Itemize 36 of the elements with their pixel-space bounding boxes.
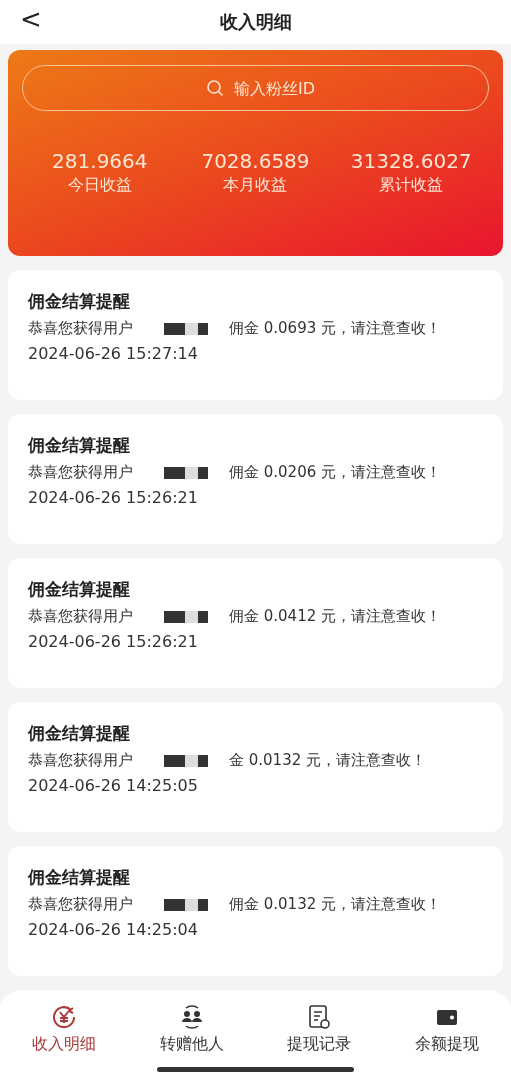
yuan-refresh-icon <box>50 1004 77 1030</box>
stat-label: 本月收益 <box>223 175 288 196</box>
notice-text: 恭喜您获得用户 <box>28 607 133 626</box>
notice-text: 金 0.0132 元，请注意查收！ <box>229 751 427 770</box>
nav-tab[interactable]: 转赠他人 <box>127 1004 256 1056</box>
search-icon <box>206 79 224 97</box>
notice-time: 2024-06-26 15:27:14 <box>28 344 199 363</box>
notice-time: 2024-06-26 14:25:05 <box>28 776 199 795</box>
search-field[interactable]: 输入粉丝ID <box>22 65 489 111</box>
back-button[interactable]: < <box>14 4 48 34</box>
notice-text: 佣金 0.0693 元，请注意查收！ <box>229 319 442 338</box>
notice-text: 佣金 0.0132 元，请注意查收！ <box>229 895 442 914</box>
document-icon <box>306 1004 333 1030</box>
stat-value: 31328.6027 <box>350 149 472 173</box>
notice-text: 恭喜您获得用户 <box>28 319 133 338</box>
notice-text: 恭喜您获得用户 <box>28 463 133 482</box>
nav-tab[interactable]: 收入明细 <box>0 1004 128 1056</box>
notice-time: 2024-06-26 14:25:04 <box>28 920 199 939</box>
notice-title: 佣金结算提醒 <box>28 434 131 457</box>
notice-title: 佣金结算提醒 <box>28 722 131 745</box>
stat-value: 281.9664 <box>52 149 148 173</box>
notice-title: 佣金结算提醒 <box>28 290 131 313</box>
page-title: 收入明细 <box>219 10 292 34</box>
notice-title: 佣金结算提醒 <box>28 866 131 889</box>
notice-text: 佣金 0.0412 元，请注意查收！ <box>229 607 442 626</box>
notice-time: 2024-06-26 15:26:21 <box>28 488 199 507</box>
notice-title: 佣金结算提醒 <box>28 578 131 601</box>
stat-label: 累计收益 <box>379 175 444 196</box>
nav-tab[interactable]: 提现记录 <box>255 1004 384 1056</box>
nav-tab[interactable]: 余额提现 <box>383 1004 511 1056</box>
notice-time: 2024-06-26 15:26:21 <box>28 632 199 651</box>
stat-label: 今日收益 <box>67 175 132 196</box>
stat-value: 7028.6589 <box>201 149 310 173</box>
notice-text: 佣金 0.0206 元，请注意查收！ <box>229 463 442 482</box>
notice-text: 恭喜您获得用户 <box>28 751 133 770</box>
notice-text: 恭喜您获得用户 <box>28 895 133 914</box>
